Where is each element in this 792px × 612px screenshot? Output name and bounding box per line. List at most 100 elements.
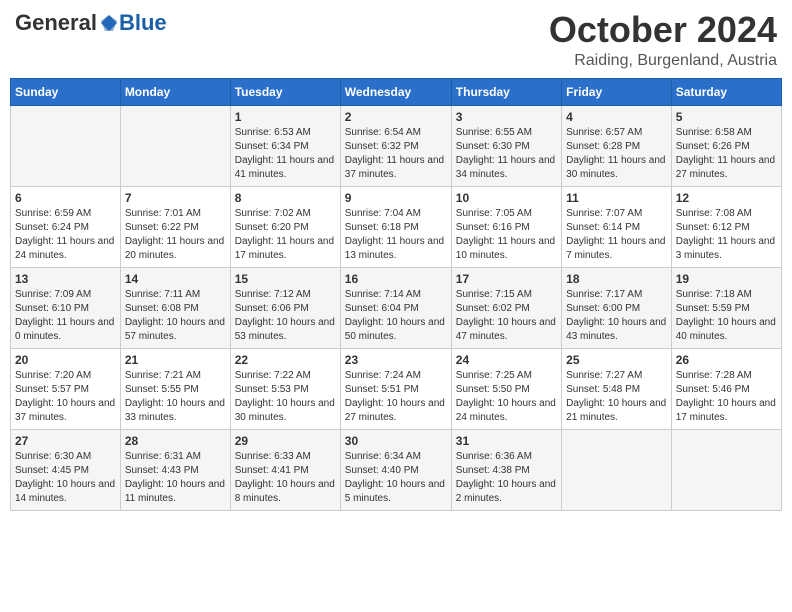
header-day-tuesday: Tuesday	[230, 78, 340, 105]
day-info: Sunrise: 7:14 AM Sunset: 6:04 PM Dayligh…	[345, 288, 447, 344]
calendar-cell: 9 Sunrise: 7:04 AM Sunset: 6:18 PM Daylig…	[340, 186, 451, 267]
day-info: Sunrise: 7:01 AM Sunset: 6:22 PM Dayligh…	[125, 207, 226, 263]
day-number: 2	[345, 110, 447, 124]
location-text: Raiding, Burgenland, Austria	[549, 52, 777, 70]
day-info: Sunrise: 7:28 AM Sunset: 5:46 PM Dayligh…	[676, 369, 777, 425]
calendar-week-3: 13 Sunrise: 7:09 AM Sunset: 6:10 PM Dayli…	[11, 267, 782, 348]
day-info: Sunrise: 7:24 AM Sunset: 5:51 PM Dayligh…	[345, 369, 447, 425]
day-info: Sunrise: 6:34 AM Sunset: 4:40 PM Dayligh…	[345, 450, 447, 506]
page-header: General Blue October 2024 Raiding, Burge…	[10, 10, 782, 70]
calendar-cell: 3 Sunrise: 6:55 AM Sunset: 6:30 PM Daylig…	[451, 105, 561, 186]
day-info: Sunrise: 7:09 AM Sunset: 6:10 PM Dayligh…	[15, 288, 116, 344]
header-day-sunday: Sunday	[11, 78, 121, 105]
day-info: Sunrise: 7:20 AM Sunset: 5:57 PM Dayligh…	[15, 369, 116, 425]
calendar-cell: 15 Sunrise: 7:12 AM Sunset: 6:06 PM Dayli…	[230, 267, 340, 348]
day-info: Sunrise: 7:18 AM Sunset: 5:59 PM Dayligh…	[676, 288, 777, 344]
day-number: 12	[676, 191, 777, 205]
calendar-table: SundayMondayTuesdayWednesdayThursdayFrid…	[10, 78, 782, 511]
calendar-cell: 21 Sunrise: 7:21 AM Sunset: 5:55 PM Dayli…	[120, 348, 230, 429]
title-section: October 2024 Raiding, Burgenland, Austri…	[549, 10, 777, 70]
day-info: Sunrise: 6:53 AM Sunset: 6:34 PM Dayligh…	[235, 126, 336, 182]
day-info: Sunrise: 7:08 AM Sunset: 6:12 PM Dayligh…	[676, 207, 777, 263]
calendar-cell: 13 Sunrise: 7:09 AM Sunset: 6:10 PM Dayli…	[11, 267, 121, 348]
day-number: 27	[15, 434, 116, 448]
day-number: 1	[235, 110, 336, 124]
day-info: Sunrise: 6:55 AM Sunset: 6:30 PM Dayligh…	[456, 126, 557, 182]
calendar-cell: 28 Sunrise: 6:31 AM Sunset: 4:43 PM Dayli…	[120, 429, 230, 510]
calendar-cell: 19 Sunrise: 7:18 AM Sunset: 5:59 PM Dayli…	[671, 267, 781, 348]
header-row: SundayMondayTuesdayWednesdayThursdayFrid…	[11, 78, 782, 105]
day-info: Sunrise: 7:07 AM Sunset: 6:14 PM Dayligh…	[566, 207, 667, 263]
day-info: Sunrise: 6:58 AM Sunset: 6:26 PM Dayligh…	[676, 126, 777, 182]
day-number: 28	[125, 434, 226, 448]
day-number: 24	[456, 353, 557, 367]
calendar-cell: 10Sunrise: 7:05 AM Sunset: 6:16 PM Dayli…	[451, 186, 561, 267]
day-info: Sunrise: 7:02 AM Sunset: 6:20 PM Dayligh…	[235, 207, 336, 263]
calendar-week-4: 20 Sunrise: 7:20 AM Sunset: 5:57 PM Dayli…	[11, 348, 782, 429]
calendar-cell	[671, 429, 781, 510]
day-info: Sunrise: 7:21 AM Sunset: 5:55 PM Dayligh…	[125, 369, 226, 425]
logo-blue-text: Blue	[119, 10, 167, 36]
day-number: 18	[566, 272, 667, 286]
day-info: Sunrise: 6:31 AM Sunset: 4:43 PM Dayligh…	[125, 450, 226, 506]
calendar-cell: 31 Sunrise: 6:36 AM Sunset: 4:38 PM Dayli…	[451, 429, 561, 510]
header-day-wednesday: Wednesday	[340, 78, 451, 105]
day-info: Sunrise: 6:57 AM Sunset: 6:28 PM Dayligh…	[566, 126, 667, 182]
header-day-saturday: Saturday	[671, 78, 781, 105]
calendar-week-1: 1 Sunrise: 6:53 AM Sunset: 6:34 PM Daylig…	[11, 105, 782, 186]
header-day-thursday: Thursday	[451, 78, 561, 105]
day-number: 16	[345, 272, 447, 286]
month-title: October 2024	[549, 10, 777, 50]
calendar-cell: 4 Sunrise: 6:57 AM Sunset: 6:28 PM Daylig…	[562, 105, 672, 186]
header-day-monday: Monday	[120, 78, 230, 105]
day-number: 19	[676, 272, 777, 286]
day-info: Sunrise: 7:22 AM Sunset: 5:53 PM Dayligh…	[235, 369, 336, 425]
day-info: Sunrise: 7:12 AM Sunset: 6:06 PM Dayligh…	[235, 288, 336, 344]
day-number: 11	[566, 191, 667, 205]
calendar-cell: 5 Sunrise: 6:58 AM Sunset: 6:26 PM Daylig…	[671, 105, 781, 186]
logo: General Blue	[15, 10, 167, 36]
day-number: 21	[125, 353, 226, 367]
calendar-cell: 23 Sunrise: 7:24 AM Sunset: 5:51 PM Dayli…	[340, 348, 451, 429]
day-number: 20	[15, 353, 116, 367]
day-number: 5	[676, 110, 777, 124]
calendar-cell: 1 Sunrise: 6:53 AM Sunset: 6:34 PM Daylig…	[230, 105, 340, 186]
calendar-week-5: 27 Sunrise: 6:30 AM Sunset: 4:45 PM Dayli…	[11, 429, 782, 510]
calendar-cell: 2 Sunrise: 6:54 AM Sunset: 6:32 PM Daylig…	[340, 105, 451, 186]
calendar-cell: 16 Sunrise: 7:14 AM Sunset: 6:04 PM Dayli…	[340, 267, 451, 348]
day-info: Sunrise: 6:36 AM Sunset: 4:38 PM Dayligh…	[456, 450, 557, 506]
day-number: 23	[345, 353, 447, 367]
calendar-cell: 22 Sunrise: 7:22 AM Sunset: 5:53 PM Dayli…	[230, 348, 340, 429]
day-number: 6	[15, 191, 116, 205]
calendar-cell	[120, 105, 230, 186]
calendar-cell: 14Sunrise: 7:11 AM Sunset: 6:08 PM Dayli…	[120, 267, 230, 348]
day-number: 31	[456, 434, 557, 448]
day-info: Sunrise: 7:04 AM Sunset: 6:18 PM Dayligh…	[345, 207, 447, 263]
day-number: 3	[456, 110, 557, 124]
day-number: 26	[676, 353, 777, 367]
day-number: 9	[345, 191, 447, 205]
day-info: Sunrise: 7:11 AM Sunset: 6:08 PM Dayligh…	[125, 288, 226, 344]
calendar-cell	[11, 105, 121, 186]
calendar-cell: 27 Sunrise: 6:30 AM Sunset: 4:45 PM Dayli…	[11, 429, 121, 510]
day-number: 13	[15, 272, 116, 286]
day-number: 8	[235, 191, 336, 205]
calendar-cell: 12 Sunrise: 7:08 AM Sunset: 6:12 PM Dayli…	[671, 186, 781, 267]
calendar-cell: 6 Sunrise: 6:59 AM Sunset: 6:24 PM Daylig…	[11, 186, 121, 267]
day-number: 29	[235, 434, 336, 448]
day-info: Sunrise: 7:17 AM Sunset: 6:00 PM Dayligh…	[566, 288, 667, 344]
day-number: 15	[235, 272, 336, 286]
day-number: 22	[235, 353, 336, 367]
logo-general-text: General	[15, 10, 97, 36]
day-info: Sunrise: 6:54 AM Sunset: 6:32 PM Dayligh…	[345, 126, 447, 182]
calendar-cell: 26 Sunrise: 7:28 AM Sunset: 5:46 PM Dayli…	[671, 348, 781, 429]
day-number: 4	[566, 110, 667, 124]
header-day-friday: Friday	[562, 78, 672, 105]
day-info: Sunrise: 7:05 AM Sunset: 6:16 PM Dayligh…	[456, 207, 557, 263]
day-number: 25	[566, 353, 667, 367]
day-info: Sunrise: 6:59 AM Sunset: 6:24 PM Dayligh…	[15, 207, 116, 263]
calendar-cell: 25Sunrise: 7:27 AM Sunset: 5:48 PM Dayli…	[562, 348, 672, 429]
calendar-cell: 29Sunrise: 6:33 AM Sunset: 4:41 PM Dayli…	[230, 429, 340, 510]
day-info: Sunrise: 6:30 AM Sunset: 4:45 PM Dayligh…	[15, 450, 116, 506]
calendar-body: 1 Sunrise: 6:53 AM Sunset: 6:34 PM Daylig…	[11, 105, 782, 510]
